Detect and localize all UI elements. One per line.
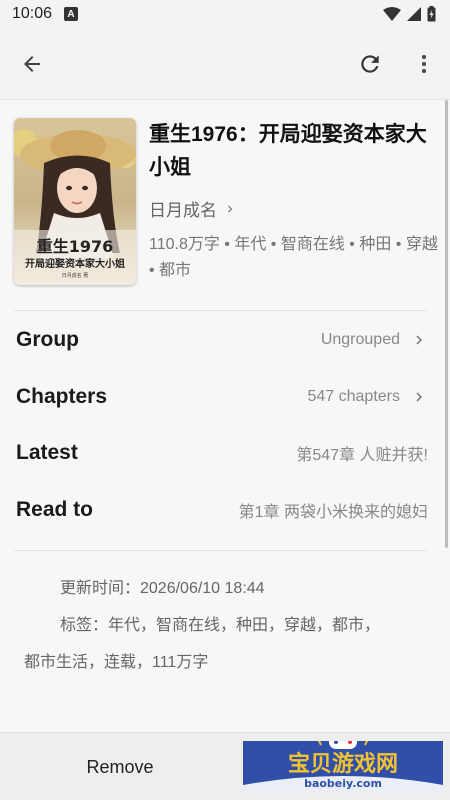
group-label: Group (16, 328, 79, 351)
cover-title-line1: 重生1976 (37, 237, 114, 256)
arrow-back-icon (24, 55, 40, 72)
book-detail-content: 重生1976 开局迎娶资本家大小姐 日月成名 著 重生1976：开局迎娶资本家大… (0, 100, 450, 732)
update-time: 更新时间：2026/06/10 18:44 (60, 580, 265, 597)
tags-line-2: 都市生活，连载，111万字 (24, 654, 209, 671)
read-to-label: Read to (16, 498, 94, 521)
chapters-value-wrap: 547 chapters (307, 388, 428, 406)
refresh-icon (361, 54, 379, 73)
battery-icon (427, 6, 436, 22)
book-title: 重生1976：开局迎娶资本家大小姐 (149, 123, 427, 179)
group-row[interactable]: Group Ungrouped (16, 320, 428, 360)
watermark-logo: 宝贝游戏网 baobeiy.com (243, 735, 443, 793)
chevron-right-icon (416, 335, 422, 345)
book-description: 更新时间：2026/06/10 18:44 标签：年代，智商在线，种田，穿越，都… (24, 570, 424, 681)
status-time: 10:06 (12, 5, 53, 22)
watermark-url: baobeiy.com (304, 777, 382, 790)
cover-image: 重生1976 开局迎娶资本家大小姐 日月成名 著 (14, 118, 136, 285)
bottom-bar: Remove 宝贝游戏网 baobeiy.com (0, 732, 450, 800)
read-to-row[interactable]: Read to 第1章 两袋小米换来的媳妇 (16, 490, 428, 530)
read-to-value: 第1章 两袋小米换来的媳妇 (238, 504, 428, 521)
book-cover[interactable]: 重生1976 开局迎娶资本家大小姐 日月成名 著 (14, 118, 136, 285)
more-vert-icon (422, 54, 426, 73)
chevron-right-icon (228, 205, 233, 212)
app-bar (0, 28, 450, 100)
latest-label: Latest (16, 441, 78, 464)
chevron-right-icon (416, 392, 422, 402)
tags-line: 标签：年代，智商在线，种田，穿越，都市， (60, 617, 381, 634)
cover-author: 日月成名 著 (62, 272, 89, 279)
wifi-icon (383, 7, 401, 21)
divider (14, 550, 427, 551)
scrollbar[interactable] (445, 100, 448, 548)
latest-row[interactable]: Latest 第547章 人赃并获! (16, 433, 428, 473)
status-icons (383, 6, 436, 22)
chapters-label: Chapters (16, 385, 108, 408)
refresh-button[interactable] (350, 44, 390, 84)
cover-title-line2: 开局迎娶资本家大小姐 (25, 257, 125, 270)
status-bar: 10:06 A (0, 0, 450, 28)
more-options-button[interactable] (404, 44, 444, 84)
watermark: 宝贝游戏网 baobeiy.com (243, 735, 443, 793)
signal-icon (407, 7, 421, 21)
back-button[interactable] (12, 44, 52, 84)
group-value-wrap: Ungrouped (321, 331, 428, 349)
divider (14, 310, 427, 311)
book-meta: 110.8万字 • 年代 • 智商在线 • 种田 • 穿越 • 都市 (149, 236, 438, 279)
group-value: Ungrouped (320, 331, 400, 348)
latest-value: 第547章 人赃并获! (296, 447, 428, 464)
chapters-row[interactable]: Chapters 547 chapters (16, 377, 428, 417)
watermark-text: 宝贝游戏网 (288, 751, 398, 777)
author-link[interactable]: 日月成名 (149, 196, 237, 221)
author-name: 日月成名 (149, 201, 217, 220)
remove-button[interactable]: Remove (0, 733, 240, 800)
notification-icon: A (64, 7, 79, 21)
chapters-value: 547 chapters (307, 388, 400, 405)
